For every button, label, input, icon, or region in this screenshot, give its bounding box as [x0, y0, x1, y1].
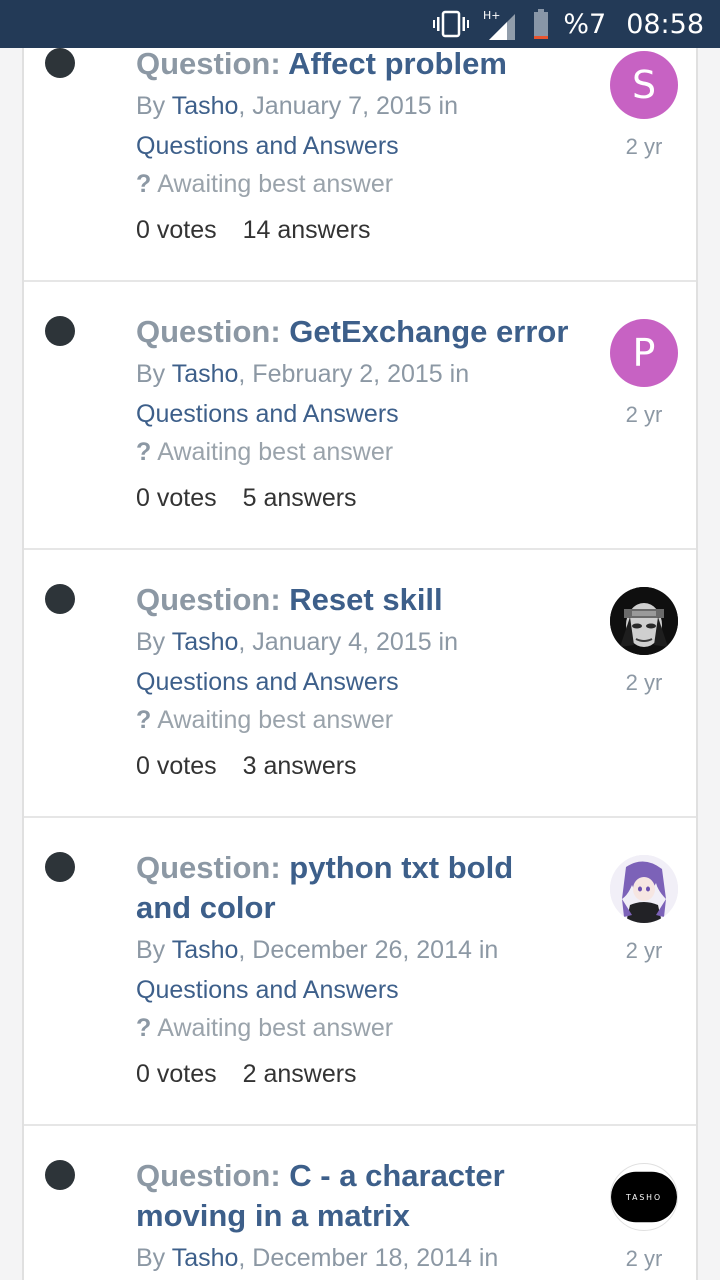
by-label: By	[136, 92, 166, 120]
votes-count: 0 votes	[136, 484, 217, 512]
author-link[interactable]: Tasho	[172, 1244, 239, 1272]
avatar[interactable]: TASHO	[610, 1163, 678, 1231]
topic-title-link[interactable]: Question: Affect problem	[136, 44, 576, 84]
last-activity-time: 2 yr	[625, 402, 663, 427]
status-text: Awaiting best answer	[157, 1014, 394, 1042]
topic-stats: 0 votes 14 answers	[136, 216, 370, 245]
topic-stats: 0 votes 2 answers	[136, 1060, 357, 1089]
question-prefix: Question:	[136, 850, 281, 885]
last-activity-time: 2 yr	[625, 1246, 663, 1271]
status-bar: H+ %7 08:58	[0, 0, 720, 48]
avatar[interactable]	[610, 587, 678, 655]
topic-title[interactable]: Affect problem	[288, 46, 507, 81]
last-activity-time: 2 yr	[625, 134, 663, 159]
author-link[interactable]: Tasho	[172, 360, 239, 388]
avatar[interactable]: S	[610, 51, 678, 119]
question-prefix: Question:	[136, 46, 281, 81]
forum-link[interactable]: Questions and Answers	[136, 400, 399, 429]
question-mark-icon: ?	[136, 438, 152, 466]
topic-stats: 0 votes 5 answers	[136, 484, 357, 513]
avatar-letter: S	[631, 63, 657, 107]
answers-count: 2 answers	[242, 1060, 357, 1088]
battery-icon	[533, 9, 549, 39]
question-prefix: Question:	[136, 314, 281, 349]
topic-meta: By Tasho, January 4, 2015 in	[136, 628, 458, 657]
question-prefix: Question:	[136, 1158, 281, 1193]
by-label: By	[136, 628, 166, 656]
by-label: By	[136, 936, 166, 964]
question-mark-icon: ?	[136, 706, 152, 734]
votes-count: 0 votes	[136, 1060, 217, 1088]
last-activity-time: 2 yr	[625, 670, 663, 695]
topic-row[interactable]: Question: Reset skill By Tasho, January …	[24, 550, 696, 818]
unread-indicator	[45, 1160, 75, 1190]
by-label: By	[136, 360, 166, 388]
avatar-letter: P	[632, 331, 656, 375]
answers-count: 14 answers	[242, 216, 371, 244]
topic-list: Question: Affect problem By Tasho, Janua…	[22, 0, 698, 1280]
unread-indicator	[45, 852, 75, 882]
topic-meta: By Tasho, December 26, 2014 in	[136, 936, 498, 965]
question-prefix: Question:	[136, 582, 281, 617]
topic-row[interactable]: Question: C - a character moving in a ma…	[24, 1126, 696, 1280]
answers-count: 3 answers	[242, 752, 357, 780]
tasho-logo-avatar-image: TASHO	[611, 1171, 677, 1223]
topic-stats: 0 votes 3 answers	[136, 752, 357, 781]
status-text: Awaiting best answer	[157, 438, 394, 466]
votes-count: 0 votes	[136, 752, 217, 780]
answers-count: 5 answers	[242, 484, 357, 512]
votes-count: 0 votes	[136, 216, 217, 244]
topic-date: , December 26, 2014 in	[238, 936, 499, 964]
topic-title-link[interactable]: Question: python txt bold and color	[136, 848, 576, 928]
topic-meta: By Tasho, February 2, 2015 in	[136, 360, 469, 389]
signal-icon: H+	[483, 8, 519, 40]
topic-date: , December 18, 2014 in	[238, 1244, 499, 1272]
topic-row[interactable]: Question: GetExchange error By Tasho, Fe…	[24, 282, 696, 550]
answer-status: ? Awaiting best answer	[136, 438, 393, 467]
topic-date: , February 2, 2015 in	[238, 360, 470, 388]
question-mark-icon: ?	[136, 170, 152, 198]
topic-date: , January 7, 2015 in	[238, 92, 458, 120]
topic-row[interactable]: Question: python txt bold and color By T…	[24, 818, 696, 1126]
vibrate-icon	[433, 9, 470, 39]
avatar[interactable]: P	[610, 319, 678, 387]
question-mark-icon: ?	[136, 1014, 152, 1042]
unread-indicator	[45, 584, 75, 614]
topic-title-link[interactable]: Question: C - a character moving in a ma…	[136, 1156, 576, 1236]
author-link[interactable]: Tasho	[172, 92, 239, 120]
svg-text:TASHO: TASHO	[625, 1193, 662, 1202]
forum-link[interactable]: Questions and Answers	[136, 976, 399, 1005]
forum-link[interactable]: Questions and Answers	[136, 132, 399, 161]
last-activity-time: 2 yr	[625, 938, 663, 963]
avatar[interactable]	[610, 855, 678, 923]
status-text: Awaiting best answer	[157, 706, 394, 734]
answer-status: ? Awaiting best answer	[136, 170, 393, 199]
topic-title-link[interactable]: Question: Reset skill	[136, 580, 576, 620]
author-link[interactable]: Tasho	[172, 628, 239, 656]
topic-title[interactable]: GetExchange error	[289, 314, 568, 349]
network-type-label: H+	[483, 9, 501, 22]
topic-title[interactable]: Reset skill	[289, 582, 442, 617]
status-text: Awaiting best answer	[157, 170, 394, 198]
battery-percent: %7	[563, 8, 607, 40]
topic-meta: By Tasho, December 18, 2014 in	[136, 1244, 498, 1273]
answer-status: ? Awaiting best answer	[136, 706, 393, 735]
clock: 08:58	[626, 8, 704, 40]
anime-girl-avatar-image	[610, 855, 678, 923]
author-link[interactable]: Tasho	[172, 936, 239, 964]
topic-title-link[interactable]: Question: GetExchange error	[136, 312, 576, 352]
topic-meta: By Tasho, January 7, 2015 in	[136, 92, 458, 121]
answer-status: ? Awaiting best answer	[136, 1014, 393, 1043]
forum-link[interactable]: Questions and Answers	[136, 668, 399, 697]
by-label: By	[136, 1244, 166, 1272]
masked-face-avatar-image	[610, 587, 678, 655]
unread-indicator	[45, 48, 75, 78]
topic-date: , January 4, 2015 in	[238, 628, 458, 656]
unread-indicator	[45, 316, 75, 346]
